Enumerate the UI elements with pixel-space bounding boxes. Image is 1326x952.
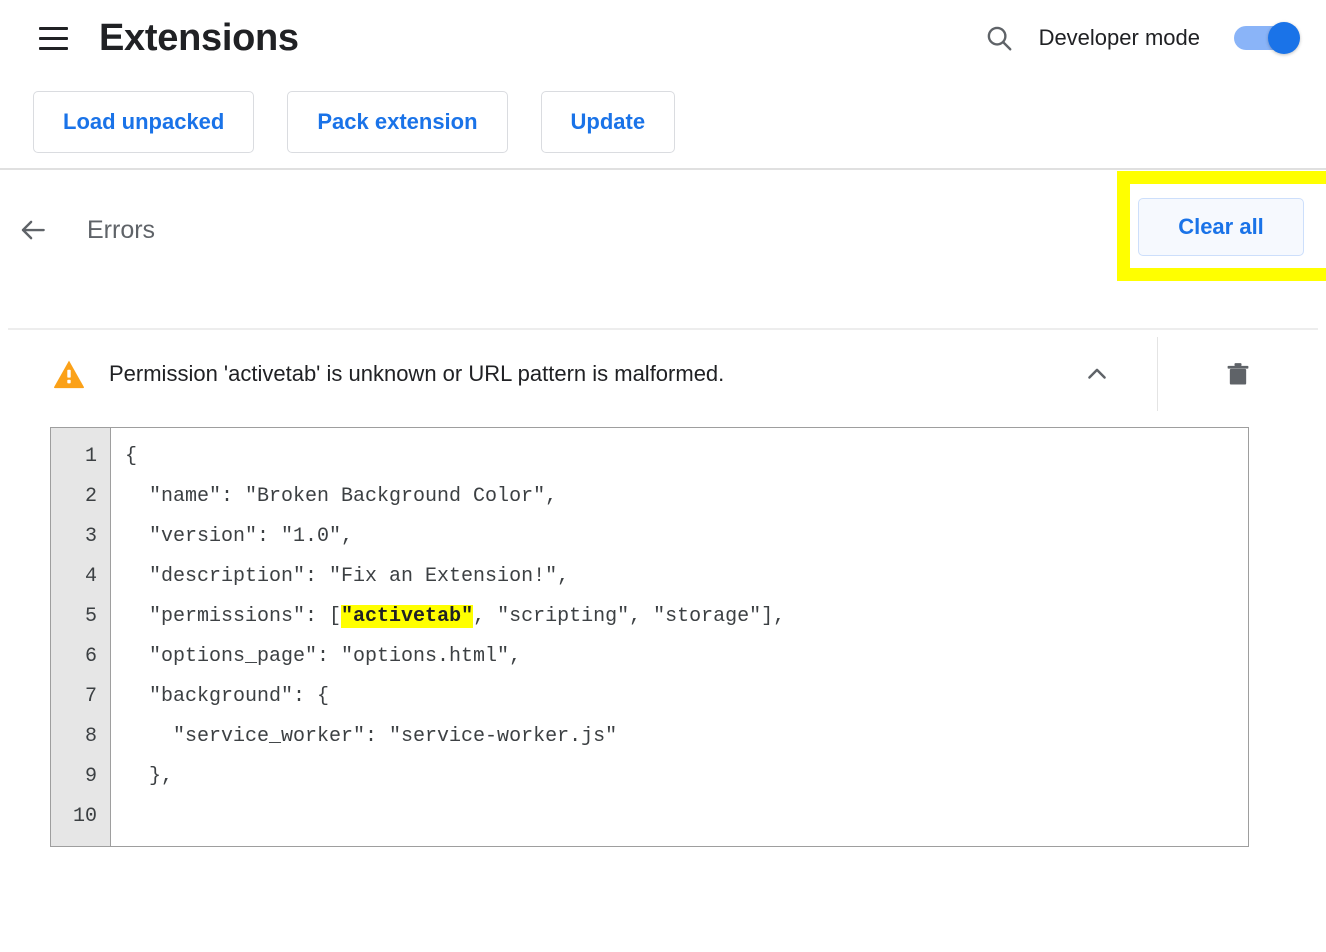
chevron-up-icon[interactable] <box>1073 350 1121 398</box>
error-actions-divider <box>1157 337 1158 411</box>
hamburger-bar <box>38 36 68 40</box>
warning-triangle-icon <box>52 357 86 391</box>
toggle-knob <box>1268 22 1300 54</box>
code-line: "background": { <box>125 685 330 708</box>
code-line: }, <box>125 765 174 788</box>
line-number: 8 <box>84 725 97 748</box>
back-arrow-icon[interactable] <box>9 206 57 254</box>
trash-icon[interactable] <box>1214 350 1262 398</box>
highlighted-permission: "activetab" <box>341 605 474 628</box>
hamburger-menu-icon[interactable] <box>30 15 76 61</box>
page-header: Extensions Developer mode <box>0 0 1326 76</box>
code-line: "description": "Fix an Extension!", <box>125 565 570 588</box>
line-number: 10 <box>72 805 97 828</box>
errors-page-title: Errors <box>87 216 156 244</box>
line-number: 2 <box>84 485 97 508</box>
line-number: 1 <box>84 445 97 468</box>
pack-extension-button[interactable]: Pack extension <box>287 91 508 153</box>
line-number: 3 <box>84 525 97 548</box>
code-content[interactable]: { "name": "Broken Background Color", "ve… <box>111 428 1248 846</box>
line-number: 9 <box>84 765 97 788</box>
manifest-code-block: 1 2 3 4 5 6 7 8 9 10 { "name": "Broken B… <box>50 427 1249 847</box>
header-actions: Developer mode <box>977 16 1326 60</box>
page-title: Extensions <box>99 17 299 59</box>
update-button[interactable]: Update <box>540 91 676 153</box>
developer-mode-toggle[interactable] <box>1234 22 1300 54</box>
error-row: Permission 'activetab' is unknown or URL… <box>0 330 1326 418</box>
line-number: 5 <box>84 605 97 628</box>
errors-header: Errors Clear all <box>0 170 1326 328</box>
code-line: "version": "1.0", <box>125 525 354 548</box>
code-line: "name": "Broken Background Color", <box>125 485 558 508</box>
clear-all-button[interactable]: Clear all <box>1138 198 1304 256</box>
extensions-toolbar: Load unpacked Pack extension Update <box>0 76 1326 168</box>
code-line-permissions: "permissions": ["activetab", "scripting"… <box>125 597 1248 637</box>
error-message: Permission 'activetab' is unknown or URL… <box>109 361 725 386</box>
line-number: 6 <box>84 645 97 668</box>
code-gutter: 1 2 3 4 5 6 7 8 9 10 <box>51 428 111 846</box>
code-text: "permissions": [ <box>125 605 342 628</box>
hamburger-bar <box>38 26 68 30</box>
line-number: 7 <box>84 685 97 708</box>
code-line: "options_page": "options.html", <box>125 645 522 668</box>
line-number: 4 <box>84 565 97 588</box>
developer-mode-label: Developer mode <box>1038 25 1200 50</box>
load-unpacked-button[interactable]: Load unpacked <box>33 91 255 153</box>
code-text: , "scripting", "storage"], <box>473 605 786 628</box>
code-line: "service_worker": "service-worker.js" <box>125 725 618 748</box>
hamburger-bar <box>38 46 68 50</box>
search-icon[interactable] <box>977 16 1021 60</box>
code-line: { <box>125 445 138 468</box>
